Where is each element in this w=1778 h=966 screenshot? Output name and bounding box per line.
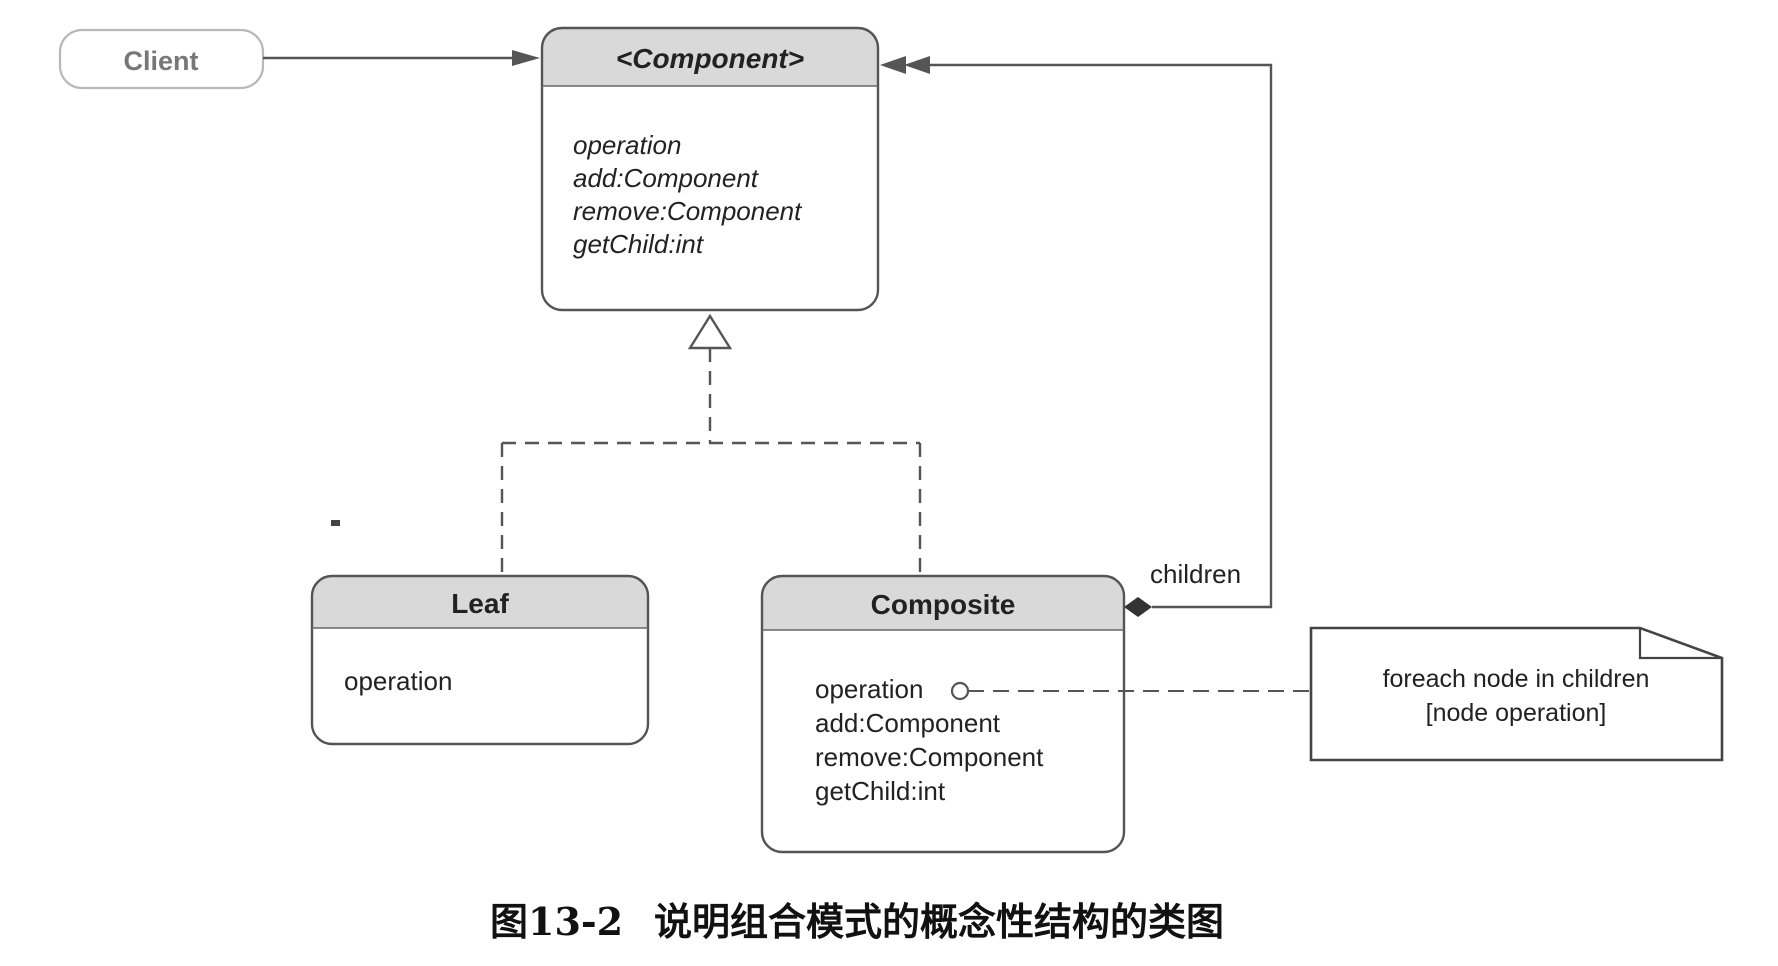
component-getchild: getChild:int — [573, 229, 705, 259]
component-class-box: <Component> operation add:Component remo… — [540, 26, 880, 312]
leaf-title: Leaf — [451, 588, 509, 619]
note-line-2: [node operation] — [1426, 699, 1607, 727]
realization-connector — [500, 313, 922, 576]
client-label: Client — [123, 46, 198, 76]
component-add: add:Component — [573, 163, 760, 193]
leaf-operation: operation — [344, 666, 452, 696]
component-title: <Component> — [616, 43, 804, 74]
component-operation: operation — [573, 130, 681, 160]
note-connector — [950, 681, 1311, 701]
client-box: Client — [58, 28, 265, 90]
composite-getchild: getChild:int — [815, 776, 946, 806]
composite-pattern-diagram: Client <Component> operation add:Compone… — [58, 26, 1724, 944]
composite-title: Composite — [871, 589, 1016, 620]
figure-caption: 图13-2 说明组合模式的概念性结构的类图 — [490, 899, 1224, 944]
composite-remove: remove:Component — [815, 742, 1044, 772]
caption-text: 说明组合模式的概念性结构的类图 — [654, 899, 1224, 944]
caption-number: 图13-2 — [490, 899, 623, 944]
stray-mark — [331, 520, 340, 526]
children-role-label: children — [1150, 559, 1241, 589]
leaf-class-box: Leaf operation — [310, 574, 650, 746]
composite-class-box: Composite operation add:Component remove… — [760, 574, 1126, 854]
double-arrowhead — [880, 56, 906, 74]
children-aggregation: children — [880, 56, 1273, 617]
hollow-triangle-arrowhead — [687, 313, 733, 350]
implementation-note: foreach node in children [node operation… — [1309, 626, 1724, 762]
composite-add: add:Component — [815, 708, 1001, 738]
note-line-1: foreach node in children — [1383, 665, 1650, 693]
filled-diamond — [1124, 597, 1152, 617]
composite-operation: operation — [815, 674, 923, 704]
component-remove: remove:Component — [573, 196, 803, 226]
client-to-component-arrow — [263, 50, 540, 66]
